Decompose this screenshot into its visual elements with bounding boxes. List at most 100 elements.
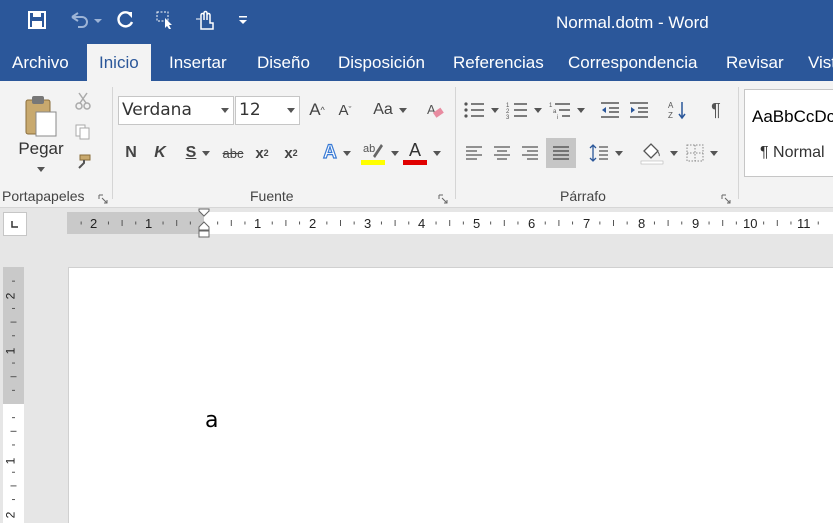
customize-qat-icon[interactable] xyxy=(236,8,250,32)
bullets-button[interactable] xyxy=(462,99,500,121)
tab-revisar[interactable]: Revisar xyxy=(714,44,796,81)
change-case-button[interactable]: Aa xyxy=(370,99,410,121)
style-normal[interactable]: AaBbCcDc ¶ Normal xyxy=(744,89,833,177)
font-color-button[interactable]: A xyxy=(402,139,442,167)
subscript-button[interactable]: x2 xyxy=(251,142,273,164)
tab-disposicion[interactable]: Disposición xyxy=(326,44,437,81)
font-name-value: Verdana xyxy=(122,100,192,120)
document-text[interactable]: a xyxy=(205,408,218,433)
horizontal-ruler-row: 2 1 1 2 3 4 5 6 7 8 9 10 11 xyxy=(0,208,833,238)
tab-diseno[interactable]: Diseño xyxy=(245,44,322,81)
bullets-icon xyxy=(464,102,484,118)
tab-inicio[interactable]: Inicio xyxy=(87,44,151,81)
paste-icon[interactable] xyxy=(18,89,62,143)
save-icon[interactable] xyxy=(25,8,49,32)
indent-marker-icon[interactable] xyxy=(197,208,211,238)
numbering-button[interactable]: 123 xyxy=(505,99,543,121)
underline-button[interactable]: S xyxy=(178,142,218,164)
numbering-icon: 123 xyxy=(506,103,527,119)
tab-vista[interactable]: Vista xyxy=(796,44,833,81)
font-launcher-icon[interactable] xyxy=(438,191,448,204)
strikethrough-button[interactable]: abc xyxy=(220,142,246,164)
ruler-number: 1 xyxy=(145,216,153,231)
align-center-icon[interactable] xyxy=(490,142,514,164)
ruler-number: 4 xyxy=(418,216,426,231)
font-size-value: 12 xyxy=(239,100,261,120)
paint-bucket-icon xyxy=(640,143,664,165)
ruler-number: 11 xyxy=(797,216,811,231)
increase-indent-icon[interactable] xyxy=(627,99,651,121)
borders-button[interactable] xyxy=(682,142,722,164)
shading-button[interactable] xyxy=(638,140,680,166)
show-formatting-marks-button[interactable]: ¶ xyxy=(704,99,728,121)
line-spacing-button[interactable] xyxy=(586,142,626,164)
grow-font-button[interactable]: A ^ xyxy=(306,99,328,121)
multilevel-list-button[interactable]: 1ai xyxy=(548,99,586,121)
document-page[interactable]: a xyxy=(68,267,833,523)
vertical-ruler-number: 2 xyxy=(3,511,18,519)
chevron-down-icon xyxy=(670,150,678,156)
clear-formatting-icon[interactable]: A xyxy=(424,99,446,121)
horizontal-ruler[interactable]: 2 1 1 2 3 4 5 6 7 8 9 10 11 xyxy=(67,208,833,238)
chevron-down-icon xyxy=(577,107,585,113)
tab-insertar[interactable]: Insertar xyxy=(157,44,239,81)
chevron-down-icon[interactable] xyxy=(221,108,229,113)
underline-label: S xyxy=(185,144,197,161)
ruler-number: 7 xyxy=(583,216,591,231)
copy-icon[interactable] xyxy=(72,122,94,142)
chevron-down-icon xyxy=(710,150,718,156)
chevron-down-icon xyxy=(534,107,542,113)
chevron-down-icon xyxy=(391,150,399,156)
vertical-ruler[interactable]: 2 1 1 2 xyxy=(3,267,24,523)
highlight-button[interactable]: ab xyxy=(360,139,400,167)
font-group-label: Fuente xyxy=(250,188,294,204)
ruler-ticks xyxy=(80,220,819,226)
shrink-font-button[interactable]: Aˇ xyxy=(334,99,356,121)
align-right-icon[interactable] xyxy=(518,142,542,164)
group-separator xyxy=(738,87,739,199)
svg-text:ab: ab xyxy=(363,143,375,155)
paragraph-launcher-icon[interactable] xyxy=(721,191,731,204)
italic-button[interactable]: K xyxy=(149,142,171,164)
bold-button[interactable]: N xyxy=(120,142,142,164)
tab-referencias[interactable]: Referencias xyxy=(441,44,556,81)
borders-icon xyxy=(686,144,704,162)
ruler-number: 10 xyxy=(743,216,758,231)
select-icon[interactable] xyxy=(153,8,177,32)
clipboard-launcher-icon[interactable] xyxy=(98,191,108,204)
tab-correspondencia[interactable]: Correspondencia xyxy=(556,44,709,81)
group-separator xyxy=(455,87,456,199)
redo-icon[interactable] xyxy=(114,8,138,32)
chevron-down-icon xyxy=(342,150,351,156)
paste-dropdown-icon[interactable] xyxy=(36,165,46,173)
text-effects-icon: A xyxy=(323,141,338,163)
justify-icon[interactable] xyxy=(546,138,576,168)
text-effects-button[interactable]: A xyxy=(318,141,356,164)
svg-text:3: 3 xyxy=(506,115,510,119)
tab-selector-icon[interactable] xyxy=(3,212,27,236)
align-left-icon[interactable] xyxy=(462,142,486,164)
touch-mode-icon[interactable] xyxy=(193,8,217,32)
superscript-button[interactable]: x2 xyxy=(280,142,302,164)
cut-icon[interactable] xyxy=(72,91,94,111)
multilevel-list-icon: 1ai xyxy=(549,103,570,119)
vertical-ruler-number: 2 xyxy=(3,292,18,300)
format-painter-icon[interactable] xyxy=(72,152,94,172)
chevron-down-icon[interactable] xyxy=(287,108,295,113)
chevron-down-icon xyxy=(202,150,211,156)
sort-icon[interactable]: AZ xyxy=(666,99,690,121)
ruler-number: 2 xyxy=(309,216,317,231)
font-size-input[interactable]: 12 xyxy=(235,96,300,125)
ribbon: Pegar Portapapeles Verdana 12 A ^ Aˇ Aa A… xyxy=(0,81,833,208)
paste-button[interactable]: Pegar xyxy=(12,139,70,159)
decrease-indent-icon[interactable] xyxy=(598,99,622,121)
font-color-letter: A xyxy=(409,140,422,160)
chevron-down-icon xyxy=(491,107,499,113)
vertical-ruler-ticks xyxy=(10,280,17,501)
highlighter-icon: ab xyxy=(361,143,385,165)
font-name-input[interactable]: Verdana xyxy=(118,96,234,125)
tab-archivo[interactable]: Archivo xyxy=(0,44,81,81)
ribbon-tabs: Archivo Inicio Insertar Diseño Disposici… xyxy=(0,44,833,81)
undo-icon[interactable] xyxy=(65,8,105,32)
style-name: ¶ Normal xyxy=(760,144,825,161)
